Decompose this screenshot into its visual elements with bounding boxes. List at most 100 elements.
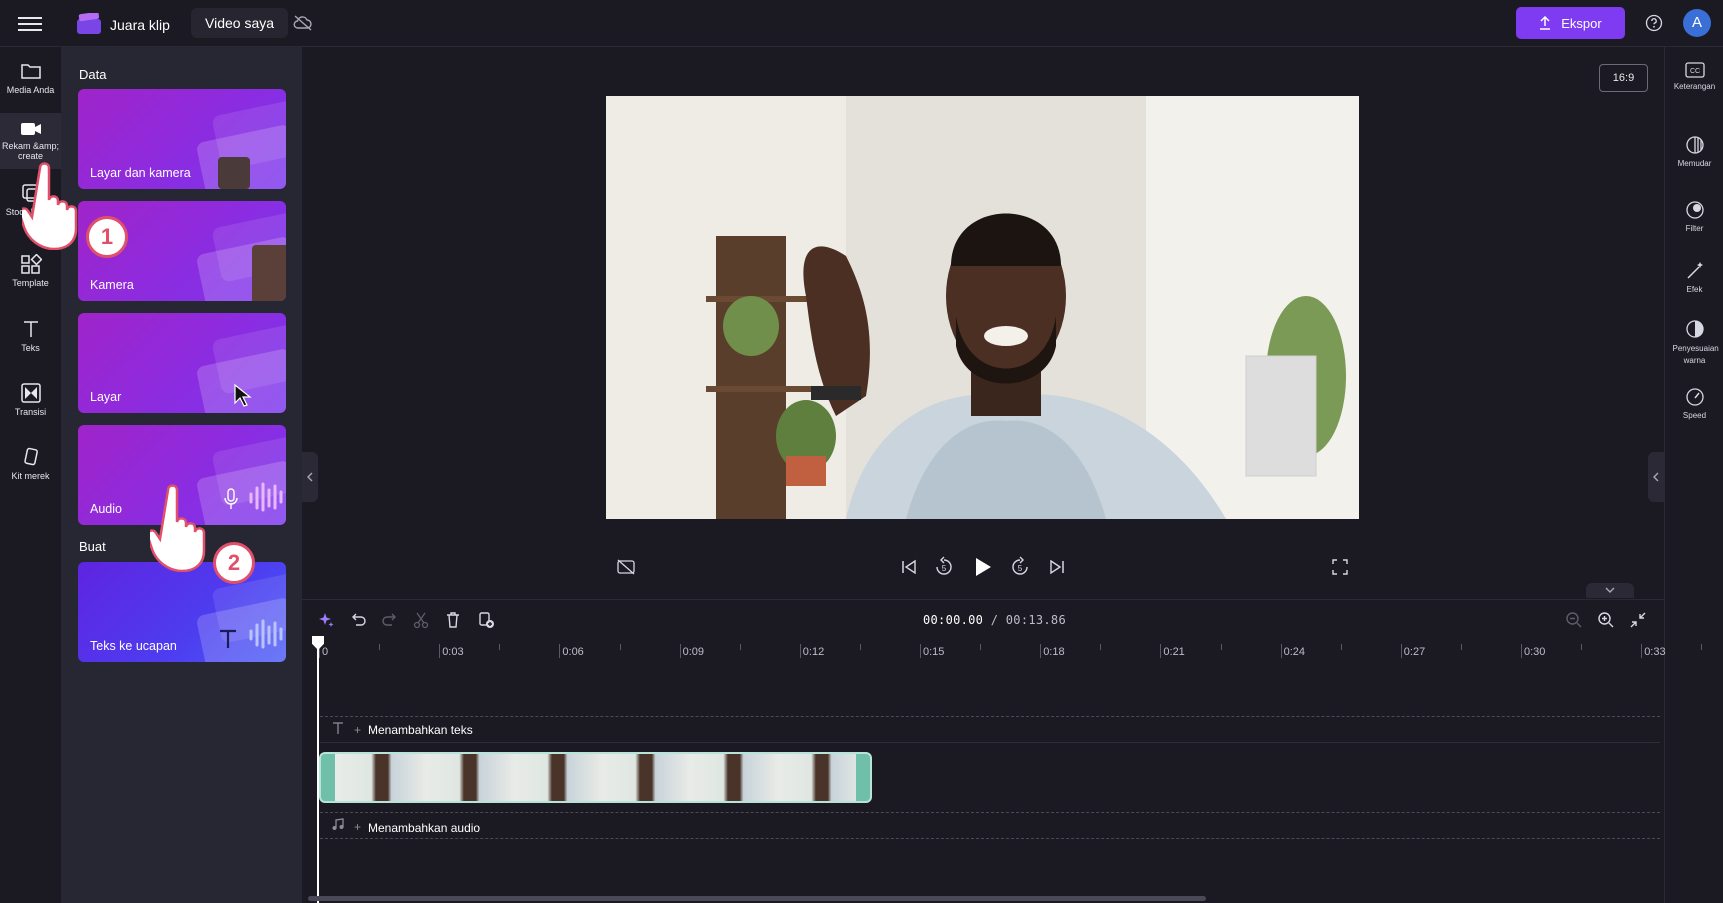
ruler-label: 0:21 xyxy=(1163,646,1185,658)
skip-to-start-icon[interactable] xyxy=(900,558,918,576)
total-duration: / 00:13.86 xyxy=(990,613,1066,627)
fullscreen-icon[interactable] xyxy=(1331,558,1349,576)
track-divider xyxy=(320,838,1660,839)
my-videos-tab[interactable]: Video saya xyxy=(191,8,289,38)
rightbar-item-filter[interactable]: Filter xyxy=(1665,200,1723,233)
rightbar-item-fade[interactable]: Memudar xyxy=(1665,135,1723,168)
project-title[interactable]: Juara klip xyxy=(110,17,170,33)
chevron-left-icon xyxy=(307,472,313,482)
plus-icon: + xyxy=(354,723,362,737)
ruler-tick xyxy=(799,644,801,658)
presenter-thumbnail xyxy=(218,157,250,189)
clip-thumbnail-frame xyxy=(423,754,514,801)
redo-icon[interactable] xyxy=(381,611,399,629)
nav-item-your-media[interactable]: Media Anda xyxy=(0,61,61,95)
card-label: Audio xyxy=(90,502,122,516)
clip-thumbnail-frame xyxy=(511,754,602,801)
music-note-icon xyxy=(332,818,344,830)
scissors-icon[interactable] xyxy=(412,611,430,629)
rightbar-item-color-adjust[interactable]: Penyesuaian warna xyxy=(1665,319,1723,367)
ruler-label: 0:03 xyxy=(442,646,464,658)
video-frame-image xyxy=(606,96,1359,519)
filter-icon xyxy=(1685,201,1704,219)
section-title-data: Data xyxy=(79,67,107,82)
card-label: Teks ke ucapan xyxy=(90,639,177,653)
nav-item-templates[interactable]: Template xyxy=(0,254,61,288)
nav-label: Rekam &amp; create xyxy=(1,141,60,161)
card-label: Kamera xyxy=(90,278,134,292)
ruler-tick xyxy=(1040,644,1042,658)
rightbar-label: Efek xyxy=(1686,285,1703,294)
rightbar-item-effects[interactable]: Efek xyxy=(1665,261,1723,294)
forward-5-icon[interactable]: 5 xyxy=(1010,556,1030,578)
magic-sparkle-icon[interactable] xyxy=(317,611,335,629)
rightbar-item-speed[interactable]: Speed xyxy=(1665,387,1723,420)
ruler-label: 0:33 xyxy=(1644,646,1666,658)
track-divider xyxy=(320,812,1660,813)
nav-item-transitions[interactable]: Transisi xyxy=(0,383,61,417)
camera-off-icon[interactable] xyxy=(616,558,636,576)
user-avatar[interactable]: A xyxy=(1683,9,1711,37)
text-track-icon xyxy=(333,722,343,734)
rightbar-label: Keterangan xyxy=(1673,82,1716,91)
clip-trim-handle-left[interactable] xyxy=(321,754,335,801)
ruler-tick xyxy=(1641,644,1643,658)
skip-to-end-icon[interactable] xyxy=(1048,558,1066,576)
ruler-minor-tick xyxy=(1581,644,1583,650)
template-icon xyxy=(20,254,42,274)
zoom-in-icon[interactable] xyxy=(1597,611,1615,629)
ruler-minor-tick xyxy=(1340,644,1342,650)
ruler-label: 0:24 xyxy=(1283,646,1306,658)
collapse-timeline-button[interactable] xyxy=(1586,583,1634,598)
ruler-minor-tick xyxy=(1460,644,1462,650)
transition-icon xyxy=(20,383,41,403)
ruler-label: 0:30 xyxy=(1524,646,1546,658)
play-icon[interactable] xyxy=(973,556,993,578)
fit-timeline-icon[interactable] xyxy=(1629,611,1647,629)
clip-trim-handle-right[interactable] xyxy=(856,754,870,801)
card-screen-and-camera[interactable]: Layar dan kamera xyxy=(78,89,286,189)
ruler-label: 0:06 xyxy=(562,646,584,658)
timeline-ruler[interactable]: 0 0:03 0:06 0:09 0:12 0:15 0:18 0:21 0:24 0:27 0:3… xyxy=(318,640,1703,664)
upload-icon xyxy=(1540,16,1551,30)
undo-icon[interactable] xyxy=(349,611,367,629)
collapse-panel-button[interactable] xyxy=(302,452,318,502)
hamburger-menu-icon[interactable] xyxy=(18,13,42,33)
ruler-minor-tick xyxy=(1220,644,1222,650)
help-icon[interactable] xyxy=(1645,14,1663,32)
card-screen[interactable]: Layar xyxy=(78,313,286,413)
duplicate-icon[interactable] xyxy=(477,611,495,629)
fade-icon xyxy=(1685,136,1704,154)
video-preview xyxy=(606,96,1359,519)
ruler-label: 0:27 xyxy=(1403,646,1426,658)
track-divider xyxy=(320,716,1660,717)
zoom-out-icon[interactable] xyxy=(1565,611,1583,629)
export-button[interactable]: Ekspor xyxy=(1516,7,1625,39)
video-camera-icon xyxy=(20,123,41,135)
collapse-right-panel-button[interactable] xyxy=(1648,452,1664,502)
add-audio-track[interactable]: Menambahkan audio xyxy=(368,821,480,835)
ruler-tick xyxy=(679,644,681,658)
section-title-create: Buat xyxy=(79,539,106,554)
nav-item-brand-kit[interactable]: Kit merek xyxy=(0,447,61,481)
clip-thumbnail-frame xyxy=(335,754,426,801)
svg-text:5: 5 xyxy=(1018,564,1023,573)
aspect-ratio-button[interactable]: 16:9 xyxy=(1599,64,1648,92)
card-text-to-speech[interactable]: Teks ke ucapan xyxy=(78,562,286,662)
camera-person-thumbnail xyxy=(252,245,286,301)
ruler-tick xyxy=(439,644,441,658)
track-divider xyxy=(320,742,1660,743)
nav-item-text[interactable]: Teks xyxy=(0,319,61,353)
playhead[interactable] xyxy=(317,638,319,903)
cloud-off-icon[interactable] xyxy=(293,14,313,32)
video-clip[interactable] xyxy=(319,752,872,803)
add-text-track[interactable]: Menambahkan teks xyxy=(368,723,473,737)
timeline-scrollbar[interactable] xyxy=(308,896,1206,901)
brand-kit-icon xyxy=(23,447,38,466)
delete-icon[interactable] xyxy=(444,611,462,629)
rewind-5-icon[interactable]: 5 xyxy=(934,556,954,578)
right-sidebar: CC Keterangan Memudar Filter Efek Penyes… xyxy=(1664,47,1723,903)
ruler-minor-tick xyxy=(1701,644,1703,650)
rightbar-item-captions[interactable]: CC Keterangan xyxy=(1665,62,1723,91)
rightbar-label: Penyesuaian warna xyxy=(1672,344,1719,365)
